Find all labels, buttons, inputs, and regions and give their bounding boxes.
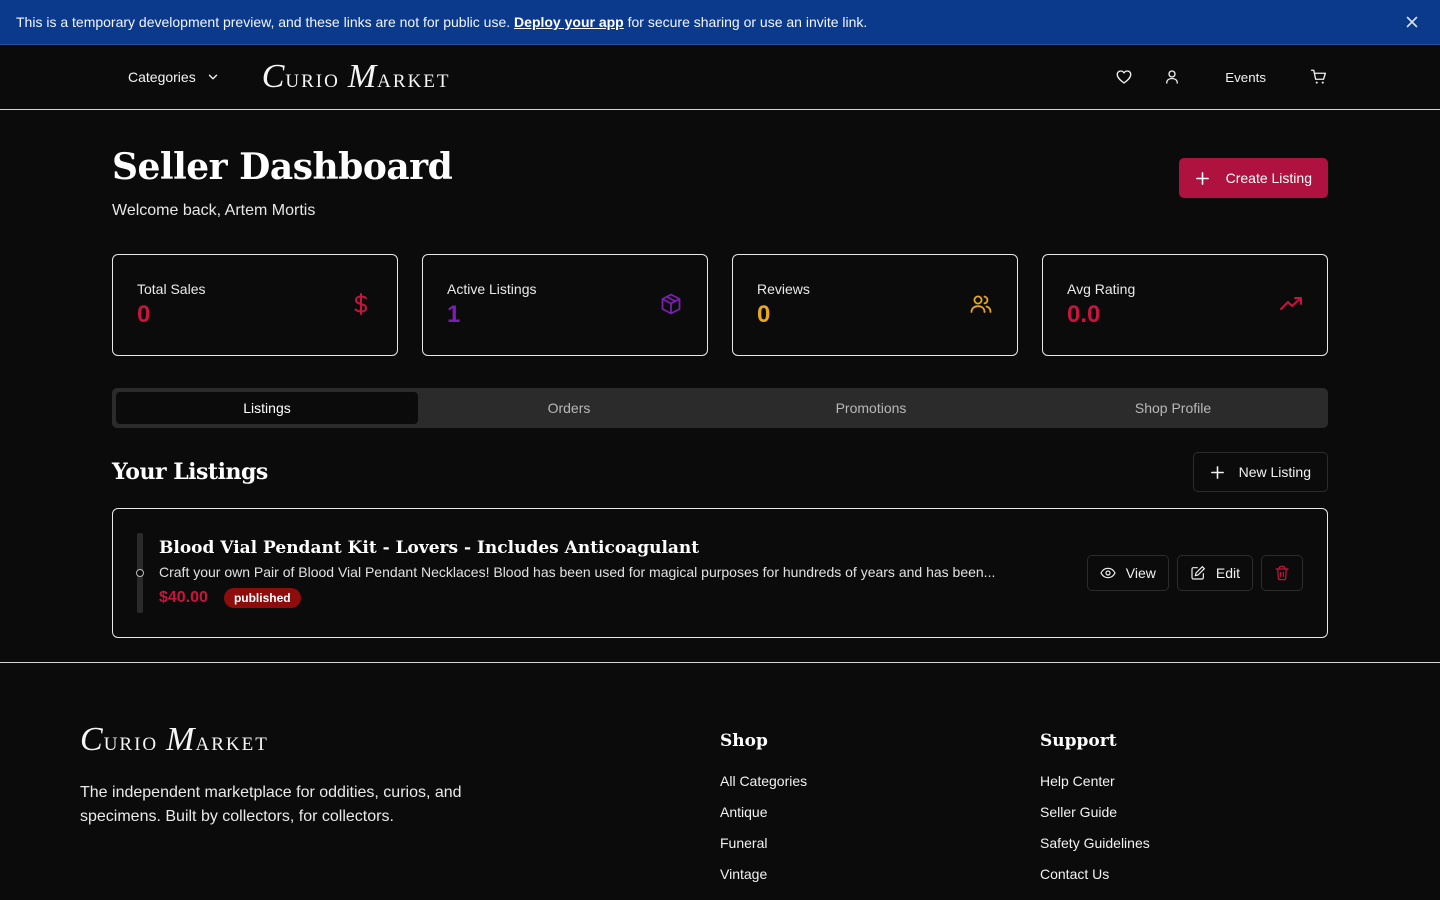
listing-title: Blood Vial Pendant Kit - Lovers - Includ… — [159, 538, 700, 558]
stat-value: 0 — [757, 301, 771, 328]
page-title: Seller Dashboard — [112, 146, 453, 188]
stat-active-listings: Active Listings 1 — [422, 254, 708, 356]
close-icon — [1406, 16, 1418, 28]
chevron-down-icon — [208, 74, 217, 80]
tab-listings[interactable]: Listings — [116, 392, 418, 424]
listing-card: Blood Vial Pendant Kit - Lovers - Includ… — [112, 508, 1328, 638]
account-button[interactable] — [1163, 68, 1181, 86]
plus-icon — [1195, 171, 1209, 185]
footer-link-contact-us[interactable]: Contact Us — [1040, 866, 1360, 882]
categories-label: Categories — [128, 69, 196, 85]
listing-price: $40.00 — [159, 589, 208, 606]
welcome-text: Welcome back, Artem Mortis — [112, 202, 316, 219]
preview-banner: This is a temporary development preview,… — [0, 0, 1440, 45]
footer-link-funeral[interactable]: Funeral — [720, 835, 1040, 851]
footer-shop-column: Shop All Categories Antique Funeral Vint… — [720, 723, 1040, 897]
footer-support-column: Support Help Center Seller Guide Safety … — [1040, 723, 1360, 897]
stat-value: 1 — [447, 301, 461, 328]
stat-label: Total Sales — [137, 281, 206, 297]
site-footer: C URIO M ARKET The independent marketplace … — [0, 662, 1440, 897]
stat-value: 0 — [137, 301, 151, 328]
site-logo[interactable]: C URIO M ARKET — [262, 60, 459, 94]
dollar-icon — [354, 293, 368, 315]
create-listing-button[interactable]: Create Listing — [1178, 158, 1328, 198]
user-icon — [1166, 70, 1179, 84]
stat-reviews: Reviews 0 — [732, 254, 1018, 356]
categories-dropdown[interactable]: Categories — [128, 69, 220, 85]
listing-description: Craft your own Pair of Blood Vial Pendan… — [159, 564, 996, 580]
edit-icon — [1191, 566, 1205, 580]
new-listing-button[interactable]: New Listing — [1192, 452, 1328, 492]
listing-actions: View Edit — [1086, 555, 1303, 591]
footer-link-help-center[interactable]: Help Center — [1040, 773, 1360, 789]
banner-text: This is a temporary development preview,… — [16, 14, 868, 30]
heart-icon — [1116, 70, 1132, 84]
eye-icon — [1100, 567, 1116, 579]
stat-label: Avg Rating — [1067, 281, 1136, 297]
stat-avg-rating: Avg Rating 0.0 — [1042, 254, 1328, 356]
nav-actions: Events — [1115, 68, 1328, 86]
plus-icon — [1210, 465, 1224, 479]
footer-link-vintage[interactable]: Vintage — [720, 866, 1040, 882]
footer-support-title: Support — [1040, 731, 1117, 751]
users-icon — [970, 295, 992, 313]
dashboard-main: Seller Dashboard Welcome back, Artem Mor… — [0, 110, 1440, 638]
tab-shop-profile[interactable]: Shop Profile — [1022, 392, 1324, 424]
footer-description: The independent marketplace for oddities… — [80, 784, 462, 825]
view-listing-button[interactable]: View — [1086, 555, 1169, 591]
listing-thumbnail — [136, 533, 144, 613]
footer-link-antique[interactable]: Antique — [720, 804, 1040, 820]
footer-logo: C URIO M ARKET — [80, 721, 269, 758]
dashboard-tabs: Listings Orders Promotions Shop Profile — [112, 388, 1328, 428]
events-link[interactable]: Events — [1211, 70, 1280, 85]
deploy-app-link[interactable]: Deploy your app — [514, 14, 624, 30]
footer-link-all-categories[interactable]: All Categories — [720, 773, 1040, 789]
cart-button[interactable] — [1310, 68, 1328, 86]
wishlist-button[interactable] — [1115, 68, 1133, 86]
stat-value: 0.0 — [1067, 301, 1101, 328]
stat-total-sales: Total Sales 0 — [112, 254, 398, 356]
package-icon — [661, 293, 681, 315]
tab-promotions[interactable]: Promotions — [720, 392, 1022, 424]
footer-shop-title: Shop — [720, 731, 768, 751]
close-banner-button[interactable] — [1404, 14, 1420, 30]
listings-section-title: Your Listings — [112, 459, 268, 485]
status-badge: published — [223, 588, 301, 608]
stats-row: Total Sales 0 Active Listings 1 Reviews … — [112, 254, 1328, 356]
trending-up-icon — [1280, 297, 1302, 310]
edit-listing-button[interactable]: Edit — [1176, 555, 1253, 591]
delete-listing-button[interactable] — [1261, 555, 1303, 591]
tab-orders[interactable]: Orders — [418, 392, 720, 424]
footer-link-seller-guide[interactable]: Seller Guide — [1040, 804, 1360, 820]
stat-label: Reviews — [757, 281, 810, 297]
cart-icon — [1310, 69, 1327, 84]
trash-icon — [1275, 565, 1289, 581]
stat-label: Active Listings — [447, 281, 537, 297]
footer-link-safety-guidelines[interactable]: Safety Guidelines — [1040, 835, 1360, 851]
top-navigation: Categories C URIO M ARKET Events — [0, 45, 1440, 110]
